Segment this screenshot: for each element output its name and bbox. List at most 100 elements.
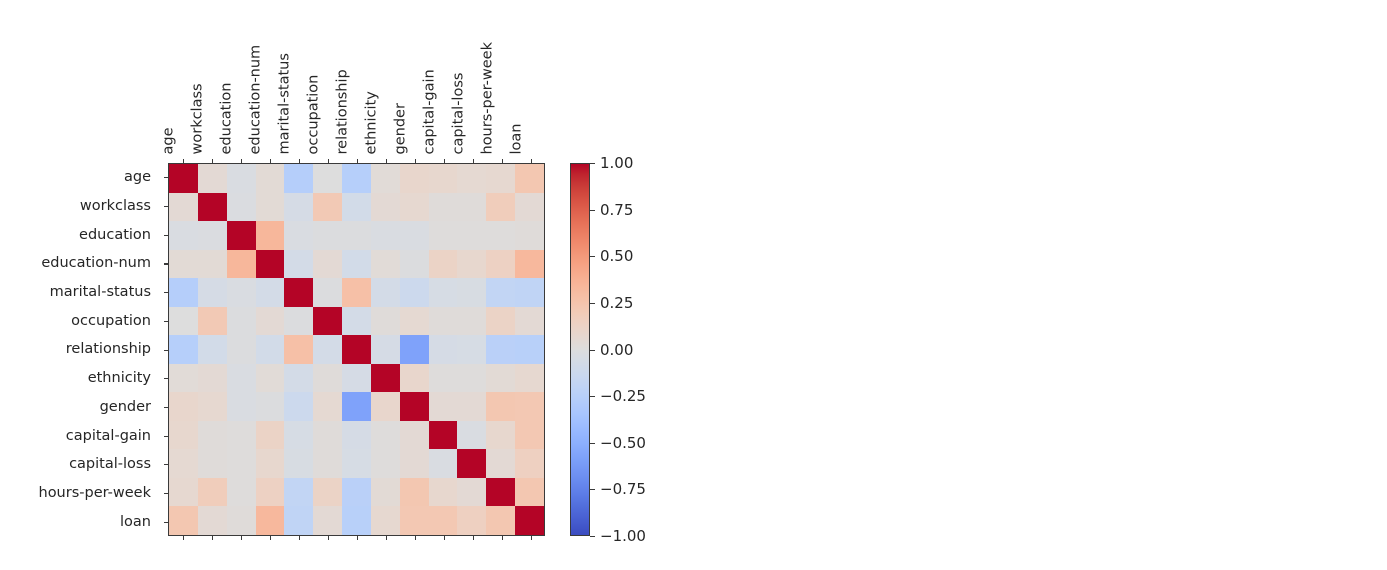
heatmap-cell: [313, 192, 343, 222]
heatmap-cell: [486, 306, 516, 336]
x-tick-mark-bottom: [530, 536, 532, 540]
y-tick-label-relationship: relationship: [65, 341, 151, 358]
heatmap-cell: [457, 192, 487, 222]
colorbar-tick-label: −0.75: [600, 480, 646, 499]
heatmap-cell: [515, 164, 544, 193]
heatmap-cell: [284, 363, 314, 393]
y-tick-mark: [164, 177, 168, 179]
heatmap-cell: [399, 363, 429, 393]
heatmap-cell: [342, 420, 371, 450]
heatmap-cell: [169, 506, 198, 535]
colorbar-tick-label: 1.00: [600, 154, 634, 172]
heatmap-cell: [197, 335, 227, 364]
heatmap-cell: [197, 477, 227, 507]
colorbar-tick-label: 0.00: [600, 340, 634, 359]
heatmap-cell: [399, 506, 429, 535]
heatmap-cell: [515, 192, 544, 222]
heatmap-cell: [342, 278, 371, 307]
y-tick-label-ethnicity: ethnicity: [87, 370, 151, 387]
y-tick-label-education: education: [79, 226, 151, 243]
y-tick-label-marital-status: marital-status: [49, 284, 151, 301]
colorbar-tick-label: −0.50: [600, 433, 646, 452]
heatmap-cell: [313, 221, 343, 250]
heatmap-cell-grid: [169, 164, 544, 535]
heatmap-cell: [284, 420, 314, 450]
heatmap-cell: [428, 449, 458, 478]
heatmap-cell: [486, 278, 516, 307]
heatmap-cell: [197, 164, 227, 193]
heatmap-cell: [169, 249, 198, 279]
heatmap-cell: [457, 392, 487, 421]
x-tick-label-age: age: [160, 126, 176, 154]
heatmap-cell: [284, 221, 314, 250]
x-tick-mark-bottom: [240, 536, 242, 540]
heatmap-cell: [399, 249, 429, 279]
heatmap-cell: [255, 249, 285, 279]
y-tick-label-capital-gain: capital-gain: [65, 427, 151, 444]
heatmap-cell: [313, 506, 343, 535]
heatmap-cell: [399, 306, 429, 336]
heatmap-cell: [370, 420, 400, 450]
heatmap-cell: [255, 449, 285, 478]
heatmap-cell: [342, 363, 371, 393]
y-tick-label-gender: gender: [99, 398, 151, 415]
y-tick-mark: [164, 206, 168, 208]
heatmap-cell: [457, 249, 487, 279]
heatmap-cell: [428, 420, 458, 450]
heatmap-cell: [457, 449, 487, 478]
x-tick-mark-bottom: [298, 536, 300, 540]
heatmap-cell: [226, 506, 256, 535]
heatmap-cell: [313, 449, 343, 478]
heatmap-cell: [342, 392, 371, 421]
colorbar-tick-mark: [590, 163, 595, 165]
heatmap-cell: [197, 420, 227, 450]
colorbar-tick-label: −0.25: [600, 387, 646, 406]
heatmap-cell: [197, 392, 227, 421]
heatmap-cell: [284, 164, 314, 193]
heatmap-cell: [313, 477, 343, 507]
heatmap-cell: [284, 449, 314, 478]
y-tick-mark: [164, 521, 168, 523]
heatmap-cell: [342, 449, 371, 478]
x-tick-label-occupation: occupation: [305, 74, 321, 154]
x-tick-mark-bottom: [414, 536, 416, 540]
heatmap-cell: [255, 192, 285, 222]
heatmap-cell: [515, 249, 544, 279]
heatmap-cell: [370, 363, 400, 393]
heatmap-cell: [313, 278, 343, 307]
heatmap-cell: [428, 363, 458, 393]
x-tick-mark-top: [240, 159, 242, 163]
heatmap-cell: [428, 278, 458, 307]
heatmap-cell: [370, 192, 400, 222]
x-tick-mark-bottom: [182, 536, 184, 540]
heatmap-cell: [226, 249, 256, 279]
heatmap-cell: [226, 192, 256, 222]
heatmap-cell: [515, 506, 544, 535]
heatmap-cell: [486, 477, 516, 507]
heatmap-cell: [399, 335, 429, 364]
heatmap-cell: [515, 392, 544, 421]
correlation-heatmap-figure: age workclass education education-num marita…: [0, 0, 1387, 570]
heatmap-cell: [399, 192, 429, 222]
heatmap-cell: [169, 392, 198, 421]
heatmap-cell: [370, 449, 400, 478]
x-tick-label-hours-per-week: hours-per-week: [479, 41, 495, 155]
x-tick-mark-top: [530, 159, 532, 163]
heatmap-cell: [370, 335, 400, 364]
heatmap-cell: [169, 449, 198, 478]
x-tick-label-relationship: relationship: [334, 68, 350, 154]
y-tick-mark: [164, 464, 168, 466]
heatmap-cell: [313, 249, 343, 279]
x-tick-label-education-num: education-num: [247, 44, 263, 154]
heatmap-cell: [486, 335, 516, 364]
heatmap-cell: [197, 249, 227, 279]
heatmap-cell: [169, 278, 198, 307]
x-tick-mark-top: [472, 159, 474, 163]
heatmap-cell: [255, 392, 285, 421]
heatmap-cell: [197, 221, 227, 250]
heatmap-cell: [169, 363, 198, 393]
heatmap-cell: [169, 164, 198, 193]
x-tick-mark-bottom: [211, 536, 213, 540]
heatmap-cell: [313, 306, 343, 336]
heatmap-cell: [342, 306, 371, 336]
